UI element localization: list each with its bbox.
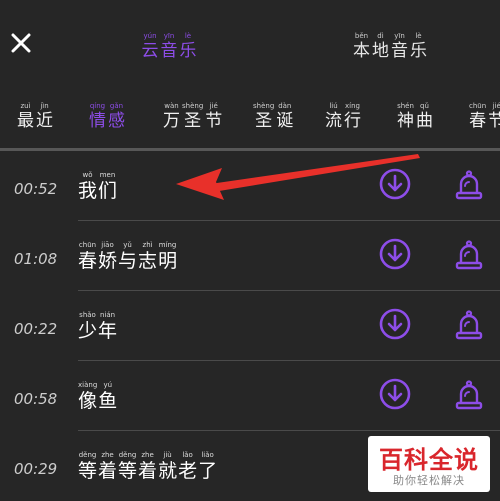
cat-char: chūn 春 — [469, 102, 487, 131]
cat-char: wàn 万 — [163, 102, 180, 131]
download-icon — [379, 378, 411, 410]
song-title: xiàng 像 yú 鱼 — [78, 381, 118, 412]
download-icon — [379, 238, 411, 270]
song-duration: 00:22 — [14, 320, 58, 338]
cat-char: jìn 近 — [36, 102, 53, 131]
bell-icon — [455, 310, 483, 340]
cat-char: jié 节 — [488, 102, 500, 131]
tab-local-music[interactable]: běn 本 dì 地 yīn 音 lè 乐 — [350, 32, 430, 61]
song-title: děng 等 zhe 着 děng 等 zhe 着 jiù 就 lǎo 老 liǎo 了 — [78, 451, 218, 482]
download-icon — [379, 168, 411, 200]
download-button[interactable] — [377, 166, 413, 202]
tab-char: yīn 音 — [391, 32, 408, 61]
song-title: shǎo 少 nián 年 — [78, 311, 118, 342]
header: yún 云 yīn 音 lè 乐 běn 本 dì 地 yīn 音 lè 乐 — [0, 0, 500, 90]
download-button[interactable] — [377, 376, 413, 412]
song-row[interactable]: 00:52 wǒ 我 men 们 — [0, 151, 500, 221]
cat-char: qíng 情 — [89, 102, 106, 131]
music-picker-screen: yún 云 yīn 音 lè 乐 běn 本 dì 地 yīn 音 lè 乐 zuì 最 jìn 近 qíng… — [0, 0, 500, 500]
download-icon — [379, 308, 411, 340]
tab-char: lè 乐 — [179, 32, 197, 61]
cat-char: qǔ 曲 — [416, 102, 433, 131]
bell-icon — [455, 170, 483, 200]
tab-char: běn 本 — [353, 32, 370, 61]
category-spring-festival[interactable]: chūn 春 jié 节 — [468, 102, 500, 132]
alarm-bell-button[interactable] — [451, 377, 487, 413]
tab-cloud-music[interactable]: yún 云 yīn 音 lè 乐 — [138, 32, 200, 61]
category-recent[interactable]: zuì 最 jìn 近 — [16, 102, 54, 132]
category-tabs: zuì 最 jìn 近 qíng 情 gǎn 感 wàn 万 shèng 圣 jié 节 shèng 圣… — [0, 96, 500, 146]
cat-char: jié 节 — [205, 102, 223, 131]
category-meme-songs[interactable]: shén 神 qǔ 曲 — [396, 102, 434, 132]
watermark-logo: 百科全说 助你轻松解决 — [368, 436, 490, 492]
tab-char: yún 云 — [141, 32, 159, 61]
watermark-title: 百科全说 — [379, 446, 479, 474]
alarm-bell-button[interactable] — [451, 307, 487, 343]
cat-char: shèng 圣 — [253, 102, 275, 131]
cat-char: shén 神 — [397, 102, 414, 131]
song-title: wǒ 我 men 们 — [78, 171, 118, 202]
cat-char: zuì 最 — [17, 102, 34, 131]
cat-char: shèng 圣 — [182, 102, 204, 131]
category-christmas[interactable]: shèng 圣 dàn 诞 — [252, 102, 294, 132]
category-popular[interactable]: liú 流 xíng 行 — [324, 102, 362, 132]
download-button[interactable] — [377, 236, 413, 272]
song-duration: 00:52 — [14, 180, 58, 198]
bell-icon — [455, 380, 483, 410]
close-icon — [11, 33, 31, 53]
category-emotion[interactable]: qíng 情 gǎn 感 — [88, 102, 126, 132]
cat-char: dàn 诞 — [276, 102, 294, 131]
tab-char: lè 乐 — [410, 32, 427, 61]
cat-char: gǎn 感 — [108, 102, 125, 131]
song-duration: 00:29 — [14, 460, 58, 478]
alarm-bell-button[interactable] — [451, 167, 487, 203]
song-title: chūn 春 jiāo 娇 yǔ 与 zhì 志 míng 明 — [78, 241, 178, 272]
watermark-subtitle: 助你轻松解决 — [393, 474, 465, 487]
alarm-bell-button[interactable] — [451, 237, 487, 273]
category-halloween[interactable]: wàn 万 shèng 圣 jié 节 — [162, 102, 223, 132]
bell-icon — [455, 240, 483, 270]
song-duration: 01:08 — [14, 250, 58, 268]
song-row[interactable]: 01:08 chūn 春 jiāo 娇 yǔ 与 zhì 志 míng 明 — [0, 221, 500, 291]
close-button[interactable] — [8, 30, 34, 56]
download-button[interactable] — [377, 306, 413, 342]
song-row[interactable]: 00:58 xiàng 像 yú 鱼 — [0, 361, 500, 431]
tab-char: dì 地 — [372, 32, 389, 61]
cat-char: xíng 行 — [344, 102, 361, 131]
song-duration: 00:58 — [14, 390, 58, 408]
tab-char: yīn 音 — [160, 32, 178, 61]
song-row[interactable]: 00:22 shǎo 少 nián 年 — [0, 291, 500, 361]
cat-char: liú 流 — [325, 102, 342, 131]
